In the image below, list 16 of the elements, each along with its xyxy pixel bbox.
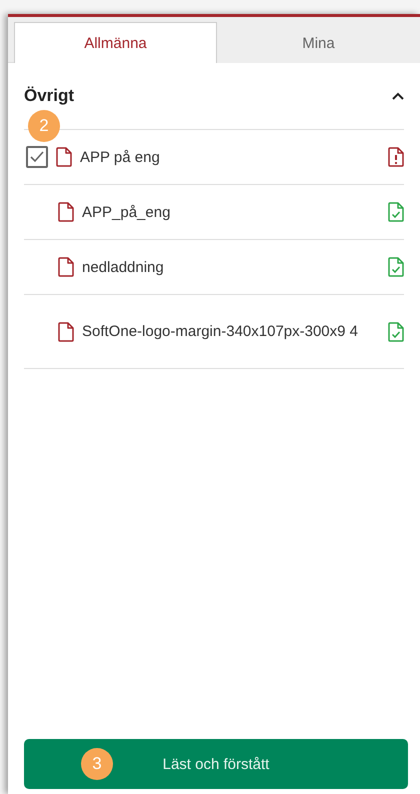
step-badge: 2 <box>28 110 60 142</box>
section-title: Övrigt <box>24 86 74 106</box>
step-badge: 3 <box>81 748 113 780</box>
confirm-button[interactable]: 3 Läst och förstått <box>24 739 408 789</box>
file-name[interactable]: APP_på_eng <box>82 204 366 220</box>
check-icon <box>30 151 44 163</box>
chevron-up-icon[interactable] <box>392 92 404 100</box>
file-name[interactable]: SoftOne-logo-margin-340x107px-300x9 4 <box>82 323 366 340</box>
file-name[interactable]: nedladdning <box>82 258 366 276</box>
file-name[interactable]: APP på eng <box>80 148 366 166</box>
file-icon <box>56 147 72 167</box>
file-icon <box>58 202 74 222</box>
file-icon <box>58 257 74 277</box>
tab[interactable]: Allmänna <box>14 22 217 63</box>
file-icon <box>58 322 74 342</box>
checkbox[interactable] <box>26 146 48 168</box>
